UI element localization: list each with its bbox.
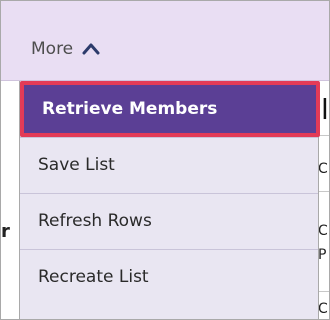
app-window: More l C C P C r Retrieve Members Save L… [0, 0, 330, 320]
more-label: More [31, 39, 74, 59]
menu-item-recreate-list[interactable]: Recreate List [20, 249, 318, 305]
background-left-char: r [1, 221, 10, 242]
menu-item-label: Retrieve Members [42, 99, 218, 119]
menu-item-save-list[interactable]: Save List [20, 137, 318, 193]
background-cell-char: C [318, 161, 328, 177]
background-heading-char: l [321, 93, 329, 126]
menu-item-label: Recreate List [38, 267, 149, 287]
background-cell-char: P [318, 247, 327, 263]
header-bar: More [1, 1, 329, 81]
background-cell-char: C [318, 223, 328, 239]
menu-item-refresh-rows[interactable]: Refresh Rows [20, 193, 318, 249]
chevron-up-icon [81, 39, 101, 59]
menu-item-label: Refresh Rows [38, 211, 152, 231]
more-button[interactable]: More [31, 37, 101, 61]
more-dropdown-menu: Retrieve Members Save List Refresh Rows … [19, 81, 320, 319]
menu-item-label: Save List [38, 155, 115, 175]
background-cell-char: C [318, 301, 328, 317]
menu-item-retrieve-members[interactable]: Retrieve Members [20, 81, 320, 137]
